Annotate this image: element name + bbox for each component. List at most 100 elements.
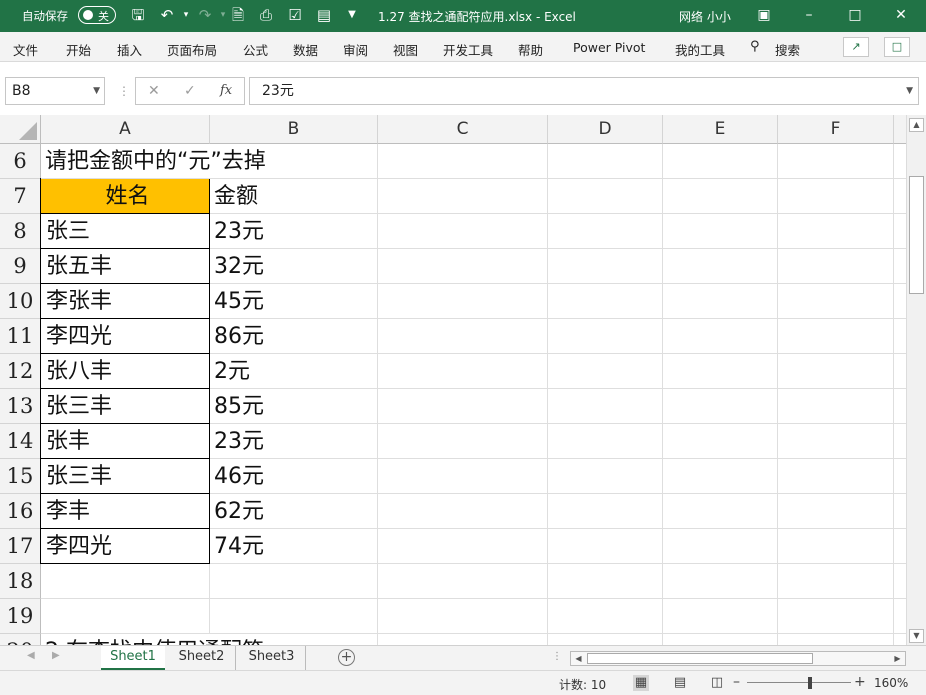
vertical-scroll-thumb[interactable] (909, 176, 924, 294)
cell[interactable] (548, 634, 663, 645)
cell[interactable] (378, 249, 548, 284)
tab-power-pivot[interactable]: Power Pivot (573, 40, 645, 55)
cell[interactable] (378, 389, 548, 424)
cell-b16[interactable]: 62元 (210, 494, 378, 529)
cell[interactable] (663, 144, 778, 179)
comments-icon[interactable]: □ (884, 37, 910, 57)
cell[interactable] (378, 564, 548, 599)
cell[interactable] (378, 424, 548, 459)
cell-b15[interactable]: 46元 (210, 459, 378, 494)
cell[interactable] (378, 494, 548, 529)
cell[interactable] (548, 319, 663, 354)
cell[interactable] (663, 214, 778, 249)
name-box[interactable]: B8 ▼ (5, 77, 105, 105)
cell-a20[interactable]: 2.在查找中使用通配符 (41, 634, 264, 645)
cell-b17[interactable]: 74元 (210, 529, 378, 564)
column-header-c[interactable]: C (378, 115, 548, 144)
cell[interactable] (778, 319, 894, 354)
zoom-in-icon[interactable]: + (854, 674, 866, 690)
user-name[interactable]: 网络 小小 (679, 8, 731, 25)
select-all-corner[interactable] (0, 115, 41, 144)
cell[interactable] (894, 249, 906, 284)
tab-insert[interactable]: 插入 (117, 40, 142, 59)
horizontal-scroll-thumb[interactable] (587, 653, 813, 664)
cell-a12[interactable]: 张八丰 (40, 353, 210, 389)
cell[interactable] (548, 564, 663, 599)
row-header-16[interactable]: 16 (0, 494, 41, 529)
cell[interactable] (894, 319, 906, 354)
formula-bar-splitter-icon[interactable]: ⋮ (118, 84, 130, 98)
cell[interactable] (548, 494, 663, 529)
cell-b11[interactable]: 86元 (210, 319, 378, 354)
row-header-17[interactable]: 17 (0, 529, 41, 564)
normal-view-icon[interactable]: ▦ (633, 675, 649, 691)
cell[interactable] (663, 389, 778, 424)
row-header-9[interactable]: 9 (0, 249, 41, 284)
prev-sheet-icon[interactable]: ◀ (27, 650, 35, 661)
cell-b8[interactable]: 23元 (210, 214, 378, 249)
cell[interactable] (378, 459, 548, 494)
cell[interactable] (378, 529, 548, 564)
cell[interactable] (663, 599, 778, 634)
close-icon[interactable]: ✕ (892, 6, 910, 24)
cell[interactable] (663, 249, 778, 284)
cell[interactable] (778, 494, 894, 529)
cell-b9[interactable]: 32元 (210, 249, 378, 284)
cell-a8[interactable]: 张三 (40, 213, 210, 249)
cell[interactable] (548, 529, 663, 564)
cell[interactable] (548, 144, 663, 179)
tab-developer[interactable]: 开发工具 (443, 40, 493, 59)
cell[interactable] (894, 214, 906, 249)
minimize-icon[interactable]: – (800, 6, 818, 24)
tab-search[interactable]: 搜索 (775, 40, 800, 59)
scroll-left-icon[interactable]: ◀ (571, 652, 586, 665)
insert-function-icon[interactable]: fx (220, 77, 232, 105)
new-file-icon[interactable]: 🗎 (229, 6, 247, 24)
cell-b19[interactable] (210, 599, 378, 634)
cell[interactable] (548, 179, 663, 214)
cell[interactable] (778, 459, 894, 494)
column-header-e[interactable]: E (663, 115, 778, 144)
cell-a18[interactable] (41, 564, 210, 599)
cell[interactable] (378, 284, 548, 319)
cell[interactable] (663, 634, 778, 645)
cell[interactable] (778, 179, 894, 214)
tab-home[interactable]: 开始 (66, 40, 91, 59)
zoom-slider-handle[interactable] (808, 677, 812, 689)
share-icon[interactable]: ↗ (843, 37, 869, 57)
add-sheet-icon[interactable]: + (338, 649, 355, 666)
cell[interactable] (778, 214, 894, 249)
cell[interactable] (663, 284, 778, 319)
tab-review[interactable]: 审阅 (343, 40, 368, 59)
row-header-15[interactable]: 15 (0, 459, 41, 494)
cell-b13[interactable]: 85元 (210, 389, 378, 424)
sheet-tab-sheet2[interactable]: Sheet2 (168, 646, 236, 670)
cell[interactable] (778, 144, 894, 179)
cell[interactable] (378, 214, 548, 249)
cell-a11[interactable]: 李四光 (40, 318, 210, 354)
vertical-scrollbar[interactable]: ▲ ▼ (906, 115, 926, 645)
cell[interactable] (894, 284, 906, 319)
cell[interactable] (548, 214, 663, 249)
cell[interactable] (378, 144, 548, 179)
customize-qat-icon[interactable]: ▼ (343, 6, 361, 24)
cell[interactable] (894, 144, 906, 179)
cell-a7[interactable]: 姓名 (40, 178, 210, 214)
formula-input[interactable]: 23元 ▼ (249, 77, 919, 105)
maximize-icon[interactable]: □ (846, 6, 864, 24)
cell[interactable] (894, 564, 906, 599)
cell-a9[interactable]: 张五丰 (40, 248, 210, 284)
cell[interactable] (663, 319, 778, 354)
tab-splitter-icon[interactable]: ⋮ (552, 651, 562, 662)
cell[interactable] (778, 389, 894, 424)
row-header-14[interactable]: 14 (0, 424, 41, 459)
form-icon[interactable]: ▤ (315, 6, 333, 24)
cell[interactable] (378, 319, 548, 354)
page-layout-view-icon[interactable]: ▤ (672, 675, 688, 691)
cell[interactable] (378, 599, 548, 634)
cell[interactable] (894, 494, 906, 529)
cell-a13[interactable]: 张三丰 (40, 388, 210, 424)
cell-a16[interactable]: 李丰 (40, 493, 210, 529)
page-break-view-icon[interactable]: ◫ (709, 675, 725, 691)
cell-b12[interactable]: 2元 (210, 354, 378, 389)
